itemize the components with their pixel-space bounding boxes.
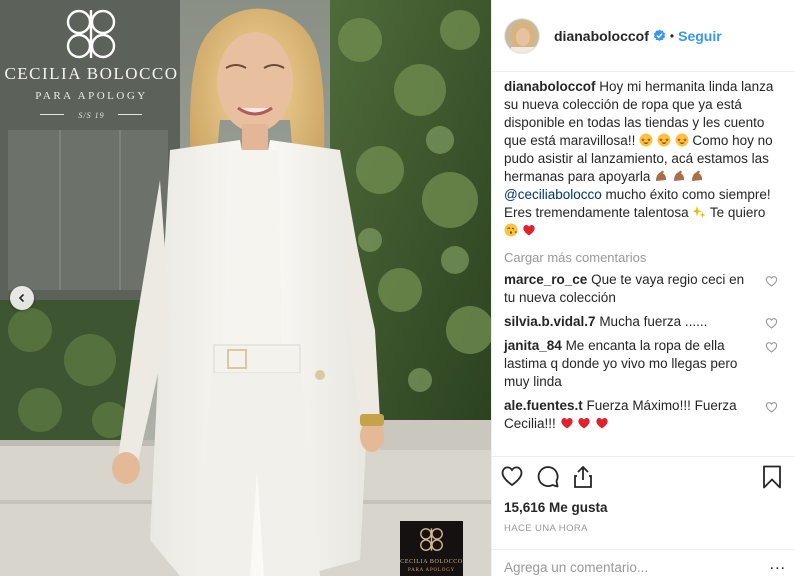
comment-bubble-icon[interactable] (536, 465, 559, 488)
post-photo[interactable]: CECILIA BOLOCCO PARA APOLOGY S/S 19 CECI… (0, 0, 491, 576)
post-caption: dianaboloccof Hoy mi hermanita linda lan… (504, 78, 780, 240)
comment-text: Mucha fuerza ...... (599, 314, 708, 329)
flexed-biceps-emoji-icon (656, 170, 667, 181)
follow-button[interactable]: Seguir (678, 28, 722, 44)
brand-monogram-icon (66, 9, 116, 59)
header-username[interactable]: dianaboloccof (554, 28, 649, 44)
flexed-biceps-emoji-icon (673, 170, 684, 181)
kissing-face-emoji-icon (504, 223, 518, 237)
red-heart-emoji-icon (523, 225, 535, 236)
likes-count[interactable]: 15,616 Me gusta (504, 500, 608, 515)
stamp-name: CECILIA BOLOCCO (400, 559, 463, 565)
comment-username[interactable]: ale.fuentes.t (504, 398, 583, 413)
photo-scene (0, 0, 491, 576)
like-heart-icon[interactable] (500, 465, 524, 487)
comment-like-heart-icon[interactable] (765, 341, 778, 353)
post-actions-bar (492, 456, 795, 494)
star-struck-emoji-icon (675, 133, 689, 147)
red-heart-emoji-icon (560, 418, 573, 429)
post-timestamp[interactable]: HACE UNA HORA (504, 523, 588, 534)
caption-mention-link[interactable]: @ceciliabolocco (504, 187, 602, 202)
comment-username[interactable]: janita_84 (504, 338, 562, 353)
comment-like-heart-icon[interactable] (765, 275, 778, 287)
comment-row: marce_ro_ce Que te vaya regio ceci en tu… (504, 271, 780, 307)
share-icon[interactable] (572, 465, 594, 489)
load-more-comments-button[interactable]: Cargar más comentarios (504, 250, 780, 265)
comment-row: janita_84 Me encanta la ropa de ella las… (504, 337, 780, 391)
stamp-monogram-icon (420, 528, 443, 551)
brand-rule-right (118, 114, 142, 115)
header-separator: • (669, 28, 675, 43)
instagram-post: CECILIA BOLOCCO PARA APOLOGY S/S 19 CECI… (0, 0, 795, 576)
carousel-prev-button[interactable] (10, 286, 34, 310)
comment-row: ale.fuentes.t Fuerza Máximo!!! Fuerza Ce… (504, 397, 780, 433)
caption-text-4: Te quiero (709, 205, 766, 220)
red-heart-emoji-icon (596, 418, 608, 429)
stamp-subtitle: PARA APOLOGY (407, 568, 456, 573)
more-options-button[interactable]: ... (770, 557, 786, 573)
chevron-left-icon (18, 293, 25, 303)
comment-row: silvia.b.vidal.7 Mucha fuerza ...... (504, 313, 780, 331)
post-sidebar: dianaboloccof • Seguir dianaboloccof Hoy… (491, 0, 795, 576)
comment-like-heart-icon[interactable] (765, 317, 778, 329)
flexed-biceps-emoji-icon (691, 170, 702, 181)
comment-username[interactable]: marce_ro_ce (504, 272, 587, 287)
red-heart-emoji-icon (578, 418, 590, 429)
star-struck-emoji-icon (639, 133, 653, 147)
avatar[interactable] (504, 17, 540, 54)
comment-like-heart-icon[interactable] (765, 401, 778, 413)
brand-name: CECILIA BOLOCCO (4, 64, 179, 83)
brand-stamp: CECILIA BOLOCCO PARA APOLOGY (400, 521, 463, 576)
comment-username[interactable]: silvia.b.vidal.7 (504, 314, 596, 329)
comments-list[interactable]: dianaboloccof Hoy mi hermanita linda lan… (492, 78, 795, 454)
brand-season: S/S 19 (78, 111, 105, 120)
caption-username[interactable]: dianaboloccof (504, 79, 596, 94)
brand-subtitle: PARA APOLOGY (35, 90, 148, 102)
sparkles-emoji-icon (692, 206, 706, 218)
avatar-image (505, 18, 539, 53)
star-struck-emoji-icon (657, 133, 671, 147)
verified-badge-icon (653, 29, 666, 42)
add-comment-area: ... (492, 549, 795, 576)
comment-input[interactable] (504, 560, 754, 575)
post-header: dianaboloccof • Seguir (492, 0, 795, 72)
save-bookmark-icon[interactable] (762, 465, 782, 489)
